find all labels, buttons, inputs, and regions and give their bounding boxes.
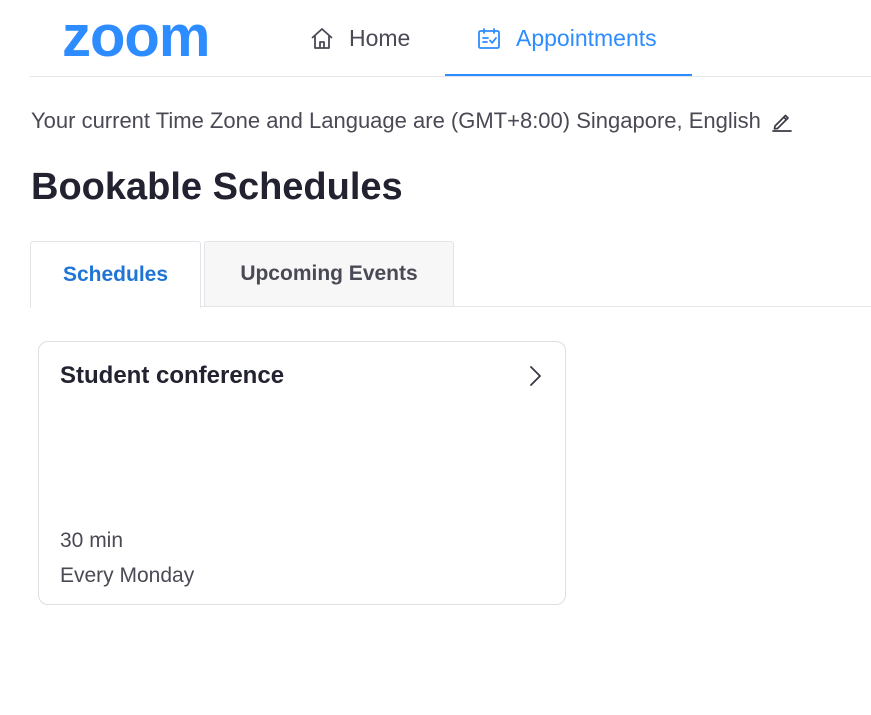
schedule-title: Student conference: [60, 362, 285, 389]
top-header: zoom Home Appointments: [0, 0, 871, 77]
timezone-text: Your current Time Zone and Language are …: [31, 108, 761, 133]
app-root: zoom Home Appointments Your current Time…: [0, 0, 871, 715]
nav-appointments[interactable]: Appointments: [445, 0, 692, 77]
schedule-duration: 30 min: [60, 529, 124, 552]
chevron-right-icon[interactable]: [526, 364, 546, 388]
header-divider: [30, 76, 871, 77]
calendar-check-icon: [476, 26, 502, 52]
schedule-recurrence: Every Monday: [60, 564, 195, 587]
tab-schedules[interactable]: Schedules: [30, 241, 201, 308]
page-title: Bookable Schedules: [31, 166, 403, 208]
timezone-language-info: Your current Time Zone and Language are …: [31, 108, 793, 134]
nav-home[interactable]: Home: [309, 0, 410, 77]
zoom-logo[interactable]: zoom: [62, 8, 210, 66]
nav-home-label: Home: [349, 25, 411, 51]
schedule-card[interactable]: Student conference 30 min Every Monday: [38, 341, 566, 605]
pencil-icon[interactable]: [771, 110, 793, 132]
home-icon: [309, 26, 335, 52]
tab-upcoming-events[interactable]: Upcoming Events: [204, 241, 454, 306]
nav-appointments-label: Appointments: [516, 25, 657, 51]
